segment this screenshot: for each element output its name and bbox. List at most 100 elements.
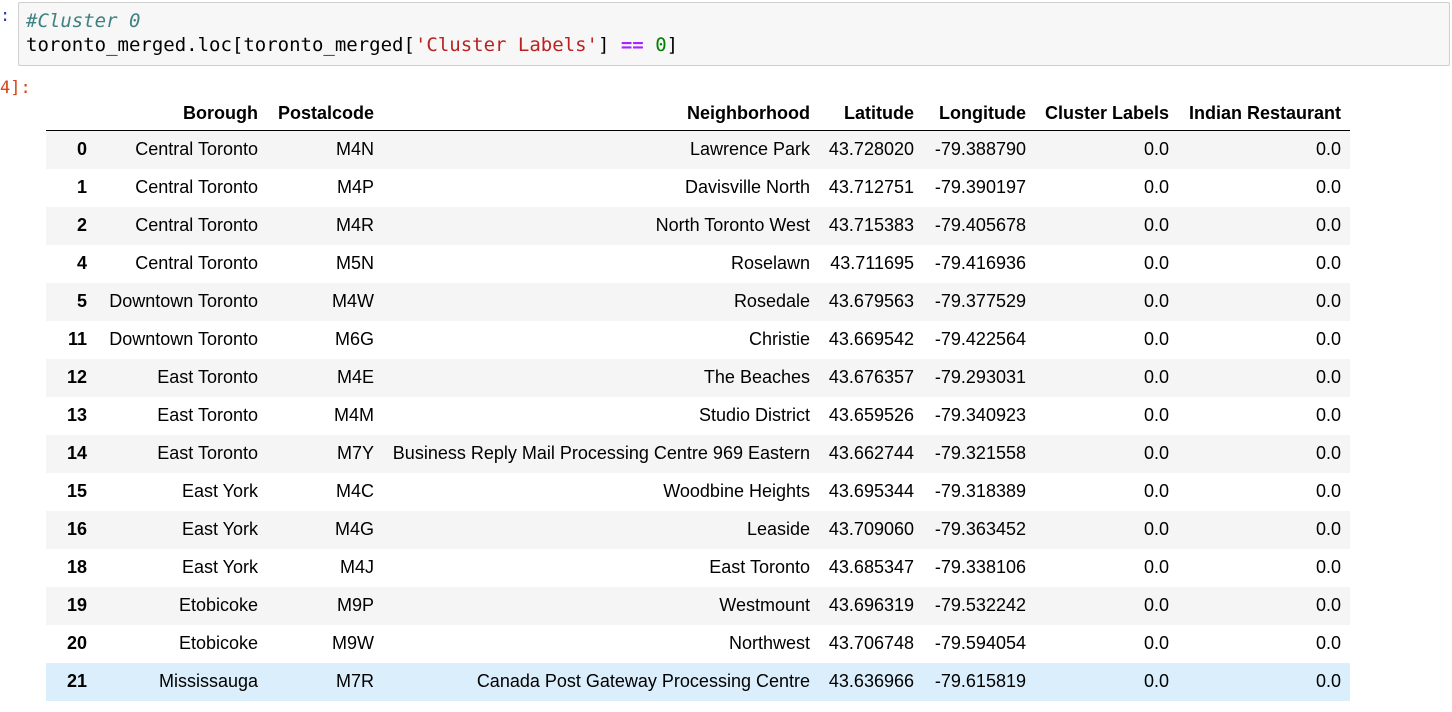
cell-indian-restaurant: 0.0 <box>1315 177 1341 197</box>
code-line: toronto_merged.loc[toronto_merged['Clust… <box>26 34 678 56</box>
cell-longitude: -79.363452 <box>934 519 1026 539</box>
cell-latitude: 43.676357 <box>828 367 914 387</box>
code-comment: #Cluster 0 <box>26 10 141 32</box>
cell-indian-restaurant: 0.0 <box>1315 595 1341 615</box>
column-header-postalcode: Postalcode <box>267 96 383 131</box>
cell-longitude: -79.388790 <box>934 139 1026 160</box>
cell-postalcode: M9W <box>332 633 374 653</box>
cell-borough: Etobicoke <box>178 633 258 653</box>
cell-cluster-labels: 0.0 <box>1143 481 1169 501</box>
cell-longitude: -79.416936 <box>934 253 1026 273</box>
cell-borough: East Toronto <box>157 405 258 425</box>
cell-indian-restaurant: 0.0 <box>1315 329 1341 349</box>
cell-latitude: 43.706748 <box>828 633 914 653</box>
cell-postalcode: M5N <box>335 253 374 273</box>
cell-postalcode: M4M <box>334 405 374 425</box>
row-index-cell: 19 <box>66 595 87 615</box>
cell-longitude: -79.390197 <box>934 177 1026 197</box>
cell-borough: East York <box>181 519 258 539</box>
cell-longitude: -79.532242 <box>934 595 1026 615</box>
cell-postalcode: M7R <box>335 671 374 691</box>
cell-postalcode: M9P <box>336 595 374 615</box>
cell-postalcode: M7Y <box>336 443 374 463</box>
code-token: ] <box>666 34 679 56</box>
cell-borough: East York <box>181 557 258 577</box>
cell-borough: Downtown Toronto <box>109 329 258 349</box>
cell-longitude: -79.318389 <box>934 481 1026 501</box>
table-row: 5 Downtown Toronto M4W Rosedale 43.679563 -79… <box>46 282 1350 321</box>
cell-longitude: -79.338106 <box>934 557 1026 577</box>
cell-indian-restaurant: 0.0 <box>1315 215 1341 235</box>
cell-indian-restaurant: 0.0 <box>1315 291 1341 311</box>
cell-latitude: 43.712751 <box>828 177 914 197</box>
column-header-longitude: Longitude <box>923 96 1035 131</box>
cell-neighborhood: Canada Post Gateway Processing Centre <box>476 671 810 691</box>
table-row: 19 Etobicoke M9P Westmount 43.696319 -79.5322… <box>46 586 1350 625</box>
cell-longitude: -79.340923 <box>934 405 1026 425</box>
cell-neighborhood: Leaside <box>746 519 810 539</box>
output-prompt: 4]: <box>0 78 31 98</box>
column-header-latitude: Latitude <box>819 96 923 131</box>
cell-latitude: 43.659526 <box>828 405 914 425</box>
row-index-cell: 15 <box>66 481 87 501</box>
cell-neighborhood: Roselawn <box>730 253 810 273</box>
cell-cluster-labels: 0.0 <box>1143 367 1169 387</box>
row-index-cell: 18 <box>66 557 87 577</box>
row-index-cell: 14 <box>66 443 87 463</box>
cell-neighborhood: Davisville North <box>684 177 810 197</box>
cell-indian-restaurant: 0.0 <box>1315 519 1341 539</box>
cell-indian-restaurant: 0.0 <box>1315 253 1341 273</box>
cell-cluster-labels: 0.0 <box>1143 405 1169 425</box>
cell-borough: Central Toronto <box>135 139 258 160</box>
cell-cluster-labels: 0.0 <box>1143 671 1169 691</box>
cell-postalcode: M4G <box>334 519 374 539</box>
cell-longitude: -79.321558 <box>934 443 1026 463</box>
column-header-cluster-labels: Cluster Labels <box>1035 96 1178 131</box>
table-row: 20 Etobicoke M9W Northwest 43.706748 -79.5940… <box>46 624 1350 663</box>
cell-latitude: 43.669542 <box>828 329 914 349</box>
cell-neighborhood: Northwest <box>728 633 810 653</box>
cell-borough: Etobicoke <box>178 595 258 615</box>
cell-cluster-labels: 0.0 <box>1143 177 1169 197</box>
cell-neighborhood: Studio District <box>698 405 810 425</box>
cell-postalcode: M4R <box>335 215 374 235</box>
row-index-cell: 2 <box>76 215 87 235</box>
cell-indian-restaurant: 0.0 <box>1315 671 1341 691</box>
cell-neighborhood: Lawrence Park <box>689 139 810 160</box>
cell-postalcode: M6G <box>334 329 374 349</box>
table-row: 4 Central Toronto M5N Roselawn 43.711695 -79.… <box>46 244 1350 283</box>
cell-cluster-labels: 0.0 <box>1143 329 1169 349</box>
cell-cluster-labels: 0.0 <box>1143 139 1169 160</box>
table-row: 21 Mississauga M7R Canada Post Gateway Proc… <box>46 662 1350 701</box>
cell-indian-restaurant: 0.0 <box>1315 405 1341 425</box>
cell-cluster-labels: 0.0 <box>1143 557 1169 577</box>
row-index-cell: 11 <box>67 329 87 349</box>
cell-longitude: -79.422564 <box>934 329 1026 349</box>
cell-indian-restaurant: 0.0 <box>1315 367 1341 387</box>
code-cell-editor[interactable]: #Cluster 0 toronto_merged.loc[toronto_me… <box>18 2 1450 66</box>
column-header-borough: Borough <box>96 96 267 131</box>
cell-neighborhood: Woodbine Heights <box>663 481 810 501</box>
cell-cluster-labels: 0.0 <box>1143 291 1169 311</box>
cell-postalcode: M4E <box>336 367 374 387</box>
row-index-cell: 12 <box>66 367 87 387</box>
cell-latitude: 43.679563 <box>828 291 914 311</box>
cell-postalcode: M4J <box>339 557 374 577</box>
cell-indian-restaurant: 0.0 <box>1315 443 1341 463</box>
code-token: ] <box>597 34 621 56</box>
row-index-cell: 4 <box>76 253 87 273</box>
cell-postalcode: M4W <box>332 291 374 311</box>
cell-neighborhood: Rosedale <box>733 291 810 311</box>
cell-neighborhood: North Toronto West <box>655 215 810 235</box>
cell-postalcode: M4N <box>335 139 374 160</box>
table-body: 0 Central Toronto M4N Lawrence Park 43.72802… <box>46 130 1350 701</box>
column-header-index <box>46 96 96 131</box>
table-row: 1 Central Toronto M4P Davisville North 43.71… <box>46 168 1350 207</box>
cell-latitude: 43.709060 <box>828 519 914 539</box>
table-header: Borough Postalcode Neighborhood Latitude Lon… <box>46 96 1350 131</box>
cell-longitude: -79.405678 <box>934 215 1026 235</box>
table-row: 15 East York M4C Woodbine Heights 43.695344-… <box>46 472 1350 511</box>
cell-postalcode: M4P <box>336 177 374 197</box>
table-row: 0 Central Toronto M4N Lawrence Park 43.72802… <box>46 130 1350 169</box>
cell-neighborhood: East Toronto <box>709 557 810 577</box>
